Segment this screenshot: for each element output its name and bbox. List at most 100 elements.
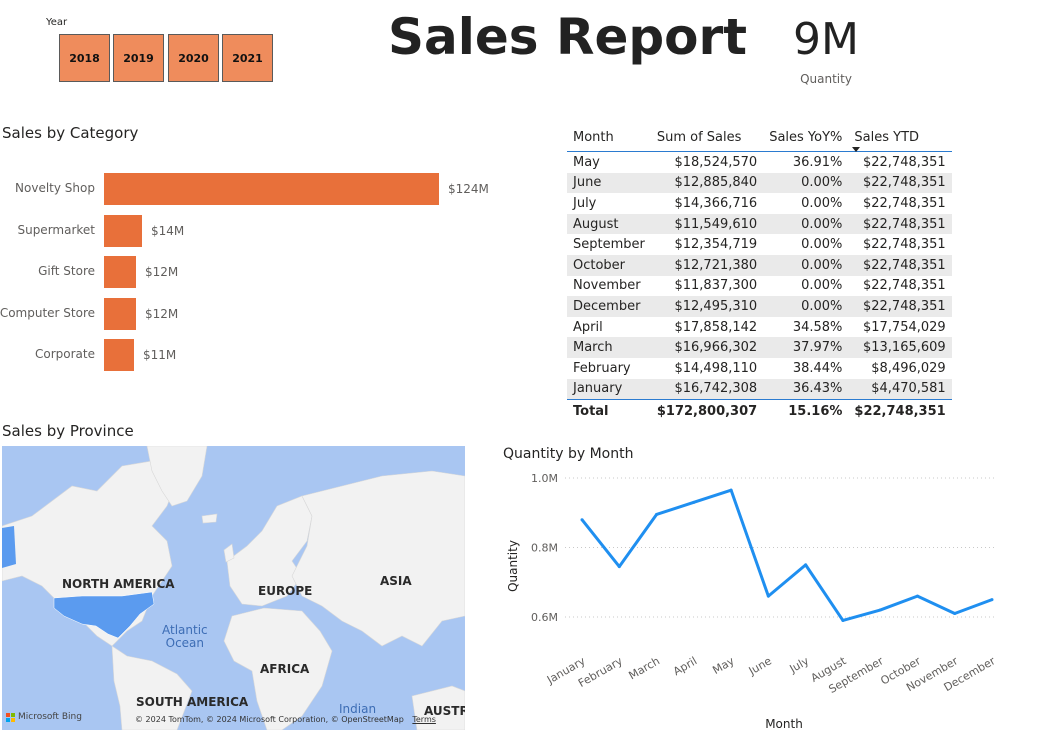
- total-label: Total: [567, 399, 651, 422]
- cell-month: January: [567, 378, 651, 400]
- cell-sales-ytd: $22,748,351: [848, 254, 952, 276]
- cell-sum-of-sales: $11,549,610: [650, 213, 764, 235]
- table-row[interactable]: April $17,858,142 34.58% $17,754,029: [567, 317, 952, 338]
- category-label-corporate: Corporate: [35, 347, 95, 361]
- data-point[interactable]: [990, 598, 994, 602]
- cell-sum-of-sales: $16,742,308: [650, 378, 764, 400]
- cell-sales-ytd: $22,748,351: [862, 237, 946, 253]
- table-header-row: Month Sum of Sales Sales YoY% Sales YTD: [567, 128, 952, 152]
- column-header-sum-of-sales[interactable]: Sum of Sales: [650, 128, 764, 152]
- data-point[interactable]: [580, 518, 584, 522]
- cell-sales-ytd: $22,748,351: [862, 154, 946, 170]
- total-sales-ytd: $22,748,351: [848, 399, 952, 422]
- data-point[interactable]: [617, 565, 621, 569]
- category-label-gift-store: Gift Store: [38, 264, 95, 278]
- column-header-month[interactable]: Month: [567, 128, 651, 152]
- category-value-supermarket: $14M: [151, 223, 185, 238]
- cell-sales-ytd: $22,748,351: [862, 278, 946, 294]
- total-sales-yoy: 15.16%: [763, 399, 849, 422]
- table-row[interactable]: March $16,966,302 37.97% $13,165,609: [567, 337, 952, 358]
- table-row[interactable]: May $18,524,570 36.91% $22,748,351: [567, 152, 952, 173]
- category-bar-computer-store[interactable]: [104, 297, 136, 330]
- cell-sales-yoy: 37.97%: [763, 337, 849, 358]
- cell-month: November: [573, 278, 641, 294]
- cell-sum-of-sales: $12,495,310: [650, 296, 764, 317]
- quantity-by-month-chart: 0.6M0.8M1.0MJanuaryFebruary March April May…: [506, 472, 998, 731]
- year-button-2020[interactable]: 2020: [168, 34, 219, 82]
- table-row[interactable]: September $12,354,719 0.00% $22,748,351: [567, 234, 952, 255]
- cell-sales-ytd: $22,748,351: [848, 172, 952, 194]
- sales-by-province-title: Sales by Province: [2, 422, 134, 440]
- year-slicer-label: Year: [46, 17, 68, 28]
- cell-month: October: [567, 254, 651, 276]
- x-axis-title: Month: [765, 717, 803, 731]
- category-bar-corporate[interactable]: [104, 339, 134, 371]
- table-total-row: Total $172,800,307 15.16% $22,748,351: [567, 399, 952, 422]
- column-header-sales-ytd-label: Sales YTD: [854, 130, 920, 145]
- data-point[interactable]: [804, 563, 808, 567]
- category-bar-gift-store[interactable]: [104, 256, 136, 288]
- quantity-line[interactable]: [580, 488, 993, 622]
- map-attribution: © 2024 TomTom, © 2024 Microsoft Corporat…: [135, 715, 436, 724]
- table-row[interactable]: December $12,495,310 0.00% $22,748,351: [567, 296, 952, 317]
- map-label-north-america: NORTH AMERICA: [62, 577, 175, 591]
- year-button-2018[interactable]: 2018: [59, 34, 110, 82]
- category-bar-novelty-shop[interactable]: [104, 173, 439, 205]
- kpi-quantity-value: 9M: [793, 14, 859, 65]
- x-tick-label: May: [710, 654, 737, 677]
- table-row[interactable]: June $12,885,840 0.00% $22,748,351: [567, 172, 952, 194]
- cell-sales-ytd: $8,496,029: [871, 360, 946, 376]
- cell-sales-ytd: $22,748,351: [848, 213, 952, 235]
- cell-month: March: [567, 337, 651, 358]
- table-row[interactable]: July $14,366,716 0.00% $22,748,351: [567, 193, 952, 214]
- data-point[interactable]: [953, 612, 957, 616]
- data-point[interactable]: [655, 512, 659, 516]
- table-row[interactable]: October $12,721,380 0.00% $22,748,351: [567, 254, 952, 276]
- report-title: Sales Report: [388, 8, 748, 66]
- cell-sum-of-sales: $12,885,840: [650, 172, 764, 194]
- cell-sales-yoy: 0.00%: [763, 213, 849, 235]
- x-tick-label: March: [626, 654, 662, 682]
- cell-sales-yoy: 0.00%: [763, 296, 849, 317]
- data-point[interactable]: [692, 500, 696, 504]
- column-header-sales-ytd[interactable]: Sales YTD: [848, 128, 952, 152]
- cell-sales-ytd: $22,748,351: [848, 296, 952, 317]
- category-label-novelty-shop: Novelty Shop: [15, 181, 95, 195]
- table-row[interactable]: February $14,498,110 38.44% $8,496,029: [567, 358, 952, 379]
- sales-by-category-title: Sales by Category: [2, 124, 139, 142]
- data-point[interactable]: [729, 488, 733, 492]
- map-terms-link[interactable]: Terms: [412, 715, 436, 724]
- data-point[interactable]: [915, 594, 919, 598]
- cell-sum-of-sales: $14,366,716: [674, 195, 758, 211]
- cell-sales-yoy: 36.91%: [792, 154, 843, 170]
- cell-sum-of-sales: $12,721,380: [650, 254, 764, 276]
- cell-sum-of-sales: $12,354,719: [674, 237, 758, 253]
- y-tick-label: 0.8M: [531, 542, 558, 555]
- quantity-by-month-title: Quantity by Month: [503, 446, 634, 462]
- cell-sales-yoy: 36.43%: [763, 378, 849, 400]
- cell-month: July: [573, 195, 597, 211]
- microsoft-logo-icon: [6, 712, 15, 722]
- year-button-2021[interactable]: 2021: [222, 34, 273, 82]
- cell-sales-ytd: $22,748,351: [862, 195, 946, 211]
- cell-sales-yoy: 0.00%: [801, 195, 843, 211]
- data-point[interactable]: [841, 618, 845, 622]
- cell-month: April: [573, 319, 603, 335]
- sales-by-province-map[interactable]: NORTH AMERICA EUROPE ASIA AFRICA SOUTH A…: [2, 446, 465, 730]
- cell-month: September: [573, 237, 645, 253]
- column-header-sales-yoy[interactable]: Sales YoY%: [763, 128, 849, 152]
- cell-sum-of-sales: $14,498,110: [674, 360, 758, 376]
- table-row[interactable]: August $11,549,610 0.00% $22,748,351: [567, 213, 952, 235]
- table-row[interactable]: January $16,742,308 36.43% $4,470,581: [567, 378, 952, 400]
- year-button-2019[interactable]: 2019: [113, 34, 164, 82]
- bing-logo: Microsoft Bing: [6, 712, 82, 722]
- x-tick-label: April: [671, 654, 699, 678]
- category-bar-supermarket[interactable]: [104, 214, 142, 247]
- map-label-europe: EUROPE: [258, 584, 313, 598]
- map-provider-label: Microsoft Bing: [18, 712, 82, 722]
- data-point[interactable]: [878, 608, 882, 612]
- map-label-africa: AFRICA: [260, 662, 310, 676]
- category-value-gift-store: $12M: [145, 265, 179, 279]
- table-row[interactable]: November $11,837,300 0.00% $22,748,351: [567, 276, 952, 297]
- data-point[interactable]: [766, 594, 770, 598]
